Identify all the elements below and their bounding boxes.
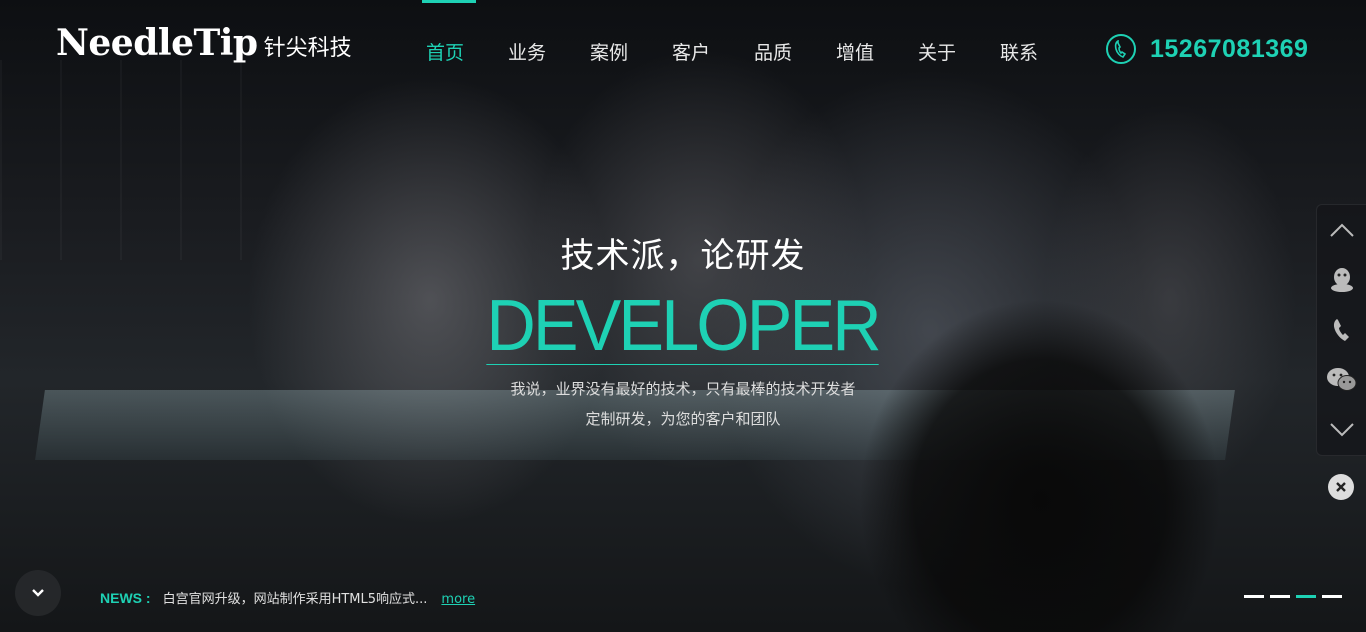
- logo-text-cn: 针尖科技: [263, 36, 352, 61]
- hero-title-en: DEVELOPER: [486, 286, 882, 366]
- hero-slogan: 技术派，论研发 DEVELOPER 我说，业界没有最好的技术，只有最棒的技术开发…: [0, 228, 1366, 428]
- slider-dot[interactable]: [1322, 595, 1342, 598]
- slider-dot[interactable]: [1244, 595, 1264, 598]
- slider-dot[interactable]: [1270, 595, 1290, 598]
- news-more-link[interactable]: more: [441, 592, 475, 607]
- scroll-down-button[interactable]: [15, 570, 61, 616]
- news-ticker: NEWS : 白宫官网升级，网站制作采用HTML5响应式... more: [100, 588, 475, 607]
- hero-title-en-wrap: DEVELOPER: [0, 290, 1366, 365]
- logo-text-en: NeedleTip: [56, 22, 258, 64]
- nav-item-home[interactable]: 首页: [420, 0, 502, 100]
- floating-toolbar: [1316, 204, 1366, 456]
- nav-item-clients[interactable]: 客户: [666, 0, 748, 100]
- news-label: NEWS :: [100, 590, 151, 606]
- phone-icon[interactable]: [1317, 305, 1366, 355]
- slider-pagination: [1244, 595, 1348, 598]
- hero-subtitle-line1: 我说，业界没有最好的技术，只有最棒的技术开发者: [510, 380, 856, 398]
- qq-icon[interactable]: [1317, 255, 1366, 305]
- hero-title-cn: 技术派，论研发: [560, 236, 806, 276]
- chevron-down-icon: [32, 589, 44, 597]
- chevron-down-icon[interactable]: [1317, 405, 1366, 455]
- logo[interactable]: NeedleTip 针尖科技: [56, 22, 352, 64]
- main-nav: 首页 业务 案例 客户 品质 增值 关于 联系: [420, 0, 1076, 100]
- phone-number: 15267081369: [1150, 34, 1309, 63]
- chevron-up-icon[interactable]: [1317, 205, 1366, 255]
- phone-icon: [1106, 34, 1136, 64]
- nav-item-cases[interactable]: 案例: [584, 0, 666, 100]
- nav-item-quality[interactable]: 品质: [748, 0, 830, 100]
- slider-dot[interactable]: [1296, 595, 1316, 598]
- nav-item-about[interactable]: 关于: [912, 0, 994, 100]
- news-headline[interactable]: 白宫官网升级，网站制作采用HTML5响应式...: [163, 588, 428, 607]
- nav-item-contact[interactable]: 联系: [994, 0, 1076, 100]
- close-icon[interactable]: [1328, 474, 1354, 500]
- nav-item-value-added[interactable]: 增值: [830, 0, 912, 100]
- nav-item-business[interactable]: 业务: [502, 0, 584, 100]
- site-header: NeedleTip 针尖科技 首页 业务 案例 客户 品质 增值 关于 联系 1…: [0, 0, 1366, 100]
- phone-contact[interactable]: 15267081369: [1106, 34, 1308, 64]
- wechat-icon[interactable]: [1317, 355, 1366, 405]
- hero-subtitle-line2: 定制研发，为您的客户和团队: [585, 410, 781, 428]
